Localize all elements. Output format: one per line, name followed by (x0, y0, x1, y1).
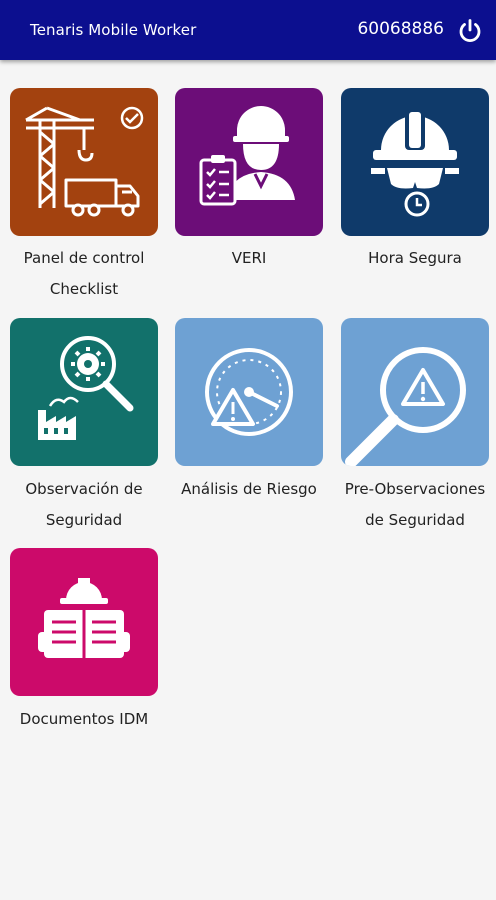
tile-observacion-seguridad[interactable] (10, 318, 158, 466)
tile-hora-segura[interactable] (341, 88, 489, 236)
tile-documentos-idm[interactable] (10, 548, 158, 696)
tile-label-panel-control-checklist: Panel de control Checklist (23, 249, 145, 298)
tile-label-veri: VERI (231, 249, 267, 267)
tile-pre-observaciones-seguridad[interactable] (341, 318, 489, 466)
worker-document-icon (38, 578, 130, 658)
tile-veri[interactable] (175, 88, 323, 236)
tile-label-analisis-riesgo: Análisis de Riesgo (181, 480, 317, 498)
tile-label-documentos-idm: Documentos IDM (19, 710, 149, 728)
tile-label-pre-observaciones-seguridad: Pre-Observaciones de Seguridad (344, 480, 486, 529)
module-grid: Panel de control Checklist VERI Hora Seg… (0, 0, 496, 900)
crane-truck-check-icon (25, 106, 144, 217)
magnifier-warning-icon (345, 347, 466, 466)
inspector-clipboard-icon (199, 106, 295, 206)
gear-magnifier-factory-icon (38, 336, 134, 440)
tile-label-observacion-seguridad: Observación de Seguridad (25, 480, 143, 529)
tile-analisis-riesgo[interactable] (175, 318, 323, 466)
hardhat-clock-icon (371, 110, 459, 217)
tile-label-hora-segura: Hora Segura (368, 249, 462, 267)
tile-panel-control-checklist[interactable] (10, 88, 158, 236)
gauge-warning-icon (205, 348, 293, 436)
